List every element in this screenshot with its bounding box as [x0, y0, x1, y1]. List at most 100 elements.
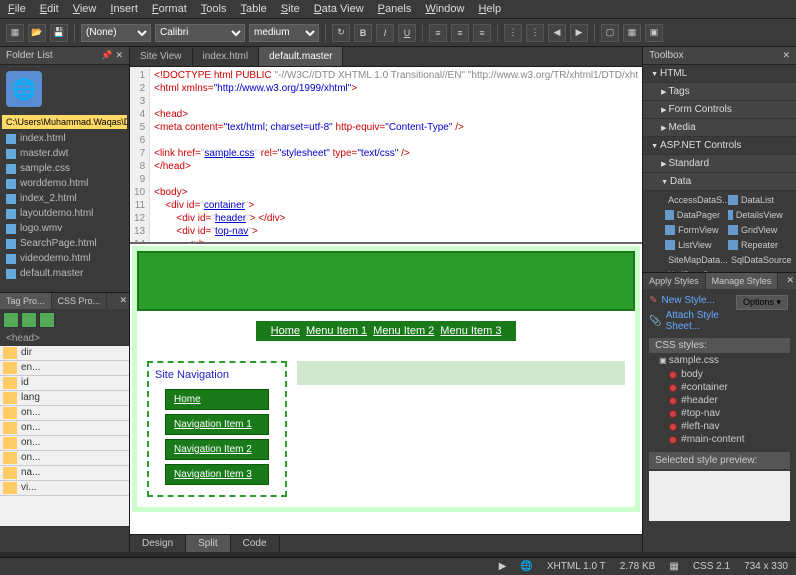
status-css-icon[interactable]: ▦: [669, 561, 678, 572]
toolbox-subsection[interactable]: Standard: [643, 155, 796, 173]
menu-file[interactable]: File: [8, 3, 26, 15]
menu-format[interactable]: Format: [152, 3, 187, 15]
toolbox-item[interactable]: ListView: [661, 238, 724, 252]
close-icon[interactable]: ✕: [119, 295, 127, 305]
tag-tool-icon[interactable]: [3, 312, 19, 328]
font-select[interactable]: Calibri: [155, 24, 245, 42]
file-item[interactable]: SearchPage.html: [0, 236, 129, 251]
file-item[interactable]: default.master: [0, 266, 129, 281]
tag-tool-icon[interactable]: [39, 312, 55, 328]
image-button[interactable]: ▣: [645, 24, 663, 42]
border-button[interactable]: ▢: [601, 24, 619, 42]
toolbox-item[interactable]: AccessDataS...: [661, 193, 724, 207]
menu-insert[interactable]: Insert: [110, 3, 138, 15]
menu-panels[interactable]: Panels: [378, 3, 412, 15]
close-icon[interactable]: ✕: [782, 50, 790, 61]
view-tab-design[interactable]: Design: [130, 535, 186, 552]
attribute-row[interactable]: on...: [0, 436, 129, 451]
css-rule[interactable]: #container: [649, 381, 790, 394]
file-item[interactable]: logo.wmv: [0, 221, 129, 236]
file-item[interactable]: sample.css: [0, 161, 129, 176]
editor-tab[interactable]: index.html: [193, 47, 260, 66]
list-button[interactable]: ⋮: [504, 24, 522, 42]
menu-help[interactable]: Help: [478, 3, 501, 15]
toolbox-section[interactable]: HTML: [643, 65, 796, 83]
attach-stylesheet-link[interactable]: 📎Attach Style Sheet...: [649, 308, 734, 334]
design-preview[interactable]: HomeMenu Item 1Menu Item 2Menu Item 3 Si…: [130, 242, 642, 534]
attribute-row[interactable]: on...: [0, 421, 129, 436]
refresh-icon[interactable]: ↻: [332, 24, 350, 42]
toolbox-item[interactable]: Repeater: [724, 238, 787, 252]
toolbox-subsection[interactable]: Data: [643, 173, 796, 191]
toolbox-subsection[interactable]: Form Controls: [643, 101, 796, 119]
toolbox-item[interactable]: SqlDataSource: [724, 253, 787, 267]
toolbox-item[interactable]: GridView: [724, 223, 787, 237]
pin-icon[interactable]: 📌: [101, 50, 112, 61]
indent-button[interactable]: ▶: [570, 24, 588, 42]
align-right-button[interactable]: ≡: [473, 24, 491, 42]
table-button[interactable]: ▦: [623, 24, 641, 42]
close-icon[interactable]: ✕: [786, 275, 794, 285]
view-tab-code[interactable]: Code: [231, 535, 280, 552]
file-item[interactable]: index_2.html: [0, 191, 129, 206]
menu-data-view[interactable]: Data View: [314, 3, 364, 15]
toolbox-item[interactable]: SiteMapData...: [661, 253, 724, 267]
status-preview-icon[interactable]: ▶: [499, 561, 507, 572]
tab-css-properties[interactable]: CSS Pro...: [52, 293, 108, 309]
toolbox-subsection[interactable]: Media: [643, 119, 796, 137]
align-left-button[interactable]: ≡: [429, 24, 447, 42]
bold-button[interactable]: B: [354, 24, 372, 42]
code-editor[interactable]: 1234567891011121314 <!DOCTYPE html PUBLI…: [130, 67, 642, 242]
save-button[interactable]: 💾: [50, 24, 68, 42]
css-file-node[interactable]: sample.css: [649, 353, 790, 368]
new-button[interactable]: ▦: [6, 24, 24, 42]
tag-tool-icon[interactable]: [21, 312, 37, 328]
list-button[interactable]: ⋮: [526, 24, 544, 42]
menu-edit[interactable]: Edit: [40, 3, 59, 15]
site-folder-icon[interactable]: 🌐: [6, 71, 42, 107]
size-select[interactable]: medium: [249, 24, 319, 42]
style-select[interactable]: (None): [81, 24, 151, 42]
toolbox-item[interactable]: DataList: [724, 193, 787, 207]
open-button[interactable]: 📂: [28, 24, 46, 42]
file-item[interactable]: videodemo.html: [0, 251, 129, 266]
status-ie-icon[interactable]: 🌐: [520, 561, 532, 572]
toolbox-item[interactable]: DataPager: [661, 208, 724, 222]
attribute-row[interactable]: dir: [0, 346, 129, 361]
toolbox-item[interactable]: FormView: [661, 223, 724, 237]
css-rule[interactable]: #top-nav: [649, 407, 790, 420]
menu-view[interactable]: View: [73, 3, 97, 15]
css-rule[interactable]: #left-nav: [649, 420, 790, 433]
attribute-row[interactable]: lang: [0, 391, 129, 406]
menu-site[interactable]: Site: [281, 3, 300, 15]
status-css[interactable]: CSS 2.1: [693, 561, 730, 572]
attribute-row[interactable]: on...: [0, 451, 129, 466]
new-style-link[interactable]: ✎New Style...: [649, 293, 734, 308]
attribute-row[interactable]: vi...: [0, 481, 129, 496]
file-item[interactable]: layoutdemo.html: [0, 206, 129, 221]
toolbox-item[interactable]: DetailsView: [724, 208, 787, 222]
path-bar[interactable]: C:\Users\Muhammad.Waqas\Do: [2, 115, 127, 129]
menu-window[interactable]: Window: [425, 3, 464, 15]
file-item[interactable]: master.dwt: [0, 146, 129, 161]
tab-manage-styles[interactable]: Manage Styles: [706, 273, 779, 289]
status-doctype[interactable]: XHTML 1.0 T: [547, 561, 606, 572]
file-item[interactable]: index.html: [0, 131, 129, 146]
tab-apply-styles[interactable]: Apply Styles: [643, 273, 706, 289]
attribute-row[interactable]: on...: [0, 406, 129, 421]
view-tab-split[interactable]: Split: [186, 535, 230, 552]
italic-button[interactable]: I: [376, 24, 394, 42]
editor-tab[interactable]: default.master: [259, 47, 343, 66]
css-rule[interactable]: body: [649, 368, 790, 381]
attribute-row[interactable]: na...: [0, 466, 129, 481]
editor-tab[interactable]: Site View: [130, 47, 193, 66]
tab-tag-properties[interactable]: Tag Pro...: [0, 293, 52, 309]
css-rule[interactable]: #main-content: [649, 433, 790, 446]
toolbox-subsection[interactable]: Tags: [643, 83, 796, 101]
attribute-row[interactable]: en...: [0, 361, 129, 376]
align-center-button[interactable]: ≡: [451, 24, 469, 42]
css-rule[interactable]: #header: [649, 394, 790, 407]
options-button[interactable]: Options ▾: [736, 295, 788, 310]
outdent-button[interactable]: ◀: [548, 24, 566, 42]
underline-button[interactable]: U: [398, 24, 416, 42]
